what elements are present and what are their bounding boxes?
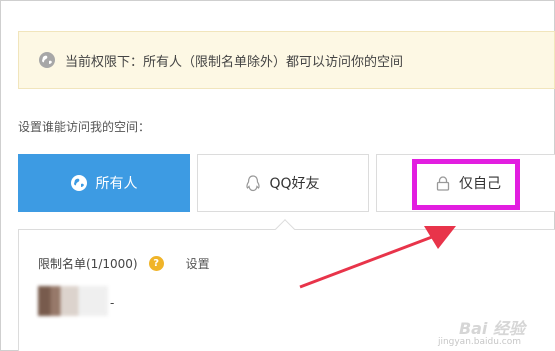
watermark-url: jingyan.baidu.com: [437, 337, 521, 347]
watermark: Bai 经验: [458, 319, 525, 338]
red-arrow-annotation: [299, 226, 456, 289]
